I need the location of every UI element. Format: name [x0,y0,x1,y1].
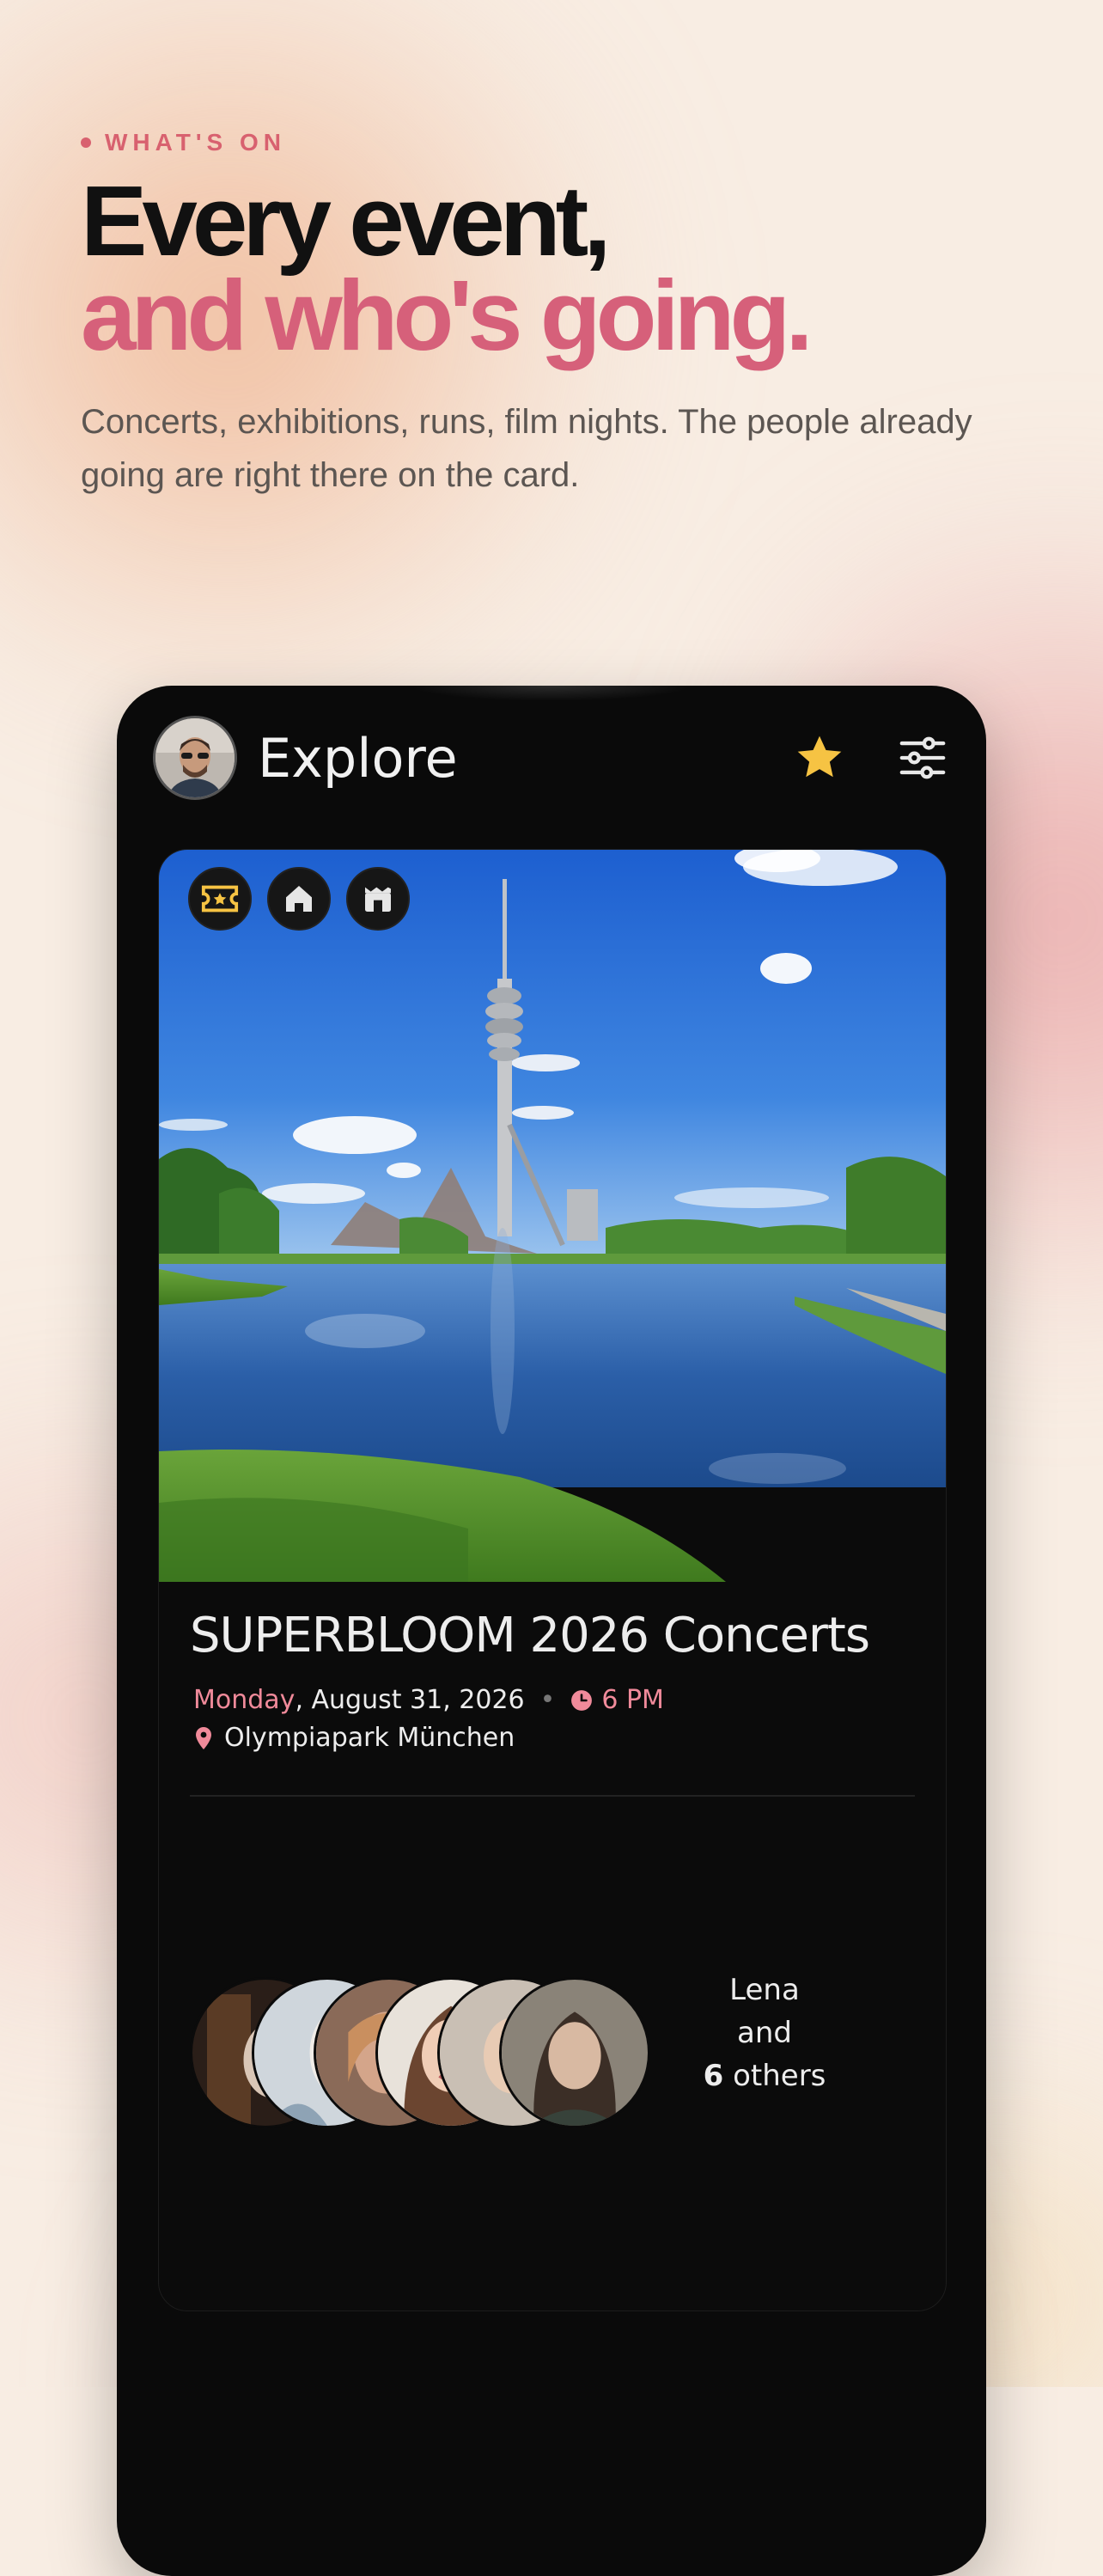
event-time-label: 6 PM [601,1685,664,1715]
meta-separator: • [539,1685,556,1715]
going-count: 6 [703,2059,724,2093]
phone-mockup: Explore SUPERBLOOM 2026 Concerts Monday,… [117,686,986,2576]
star-icon[interactable] [792,730,847,785]
eyebrow-label: WHAT'S ON [105,129,287,156]
headline: Every event, and who's going. [81,165,1043,371]
category-badges [188,867,410,931]
headline-line-1: Every event, [81,165,612,277]
header-title: Explore [258,726,458,790]
header-actions [792,730,950,785]
app-header: Explore [153,716,950,800]
event-title: SUPERBLOOM 2026 Concerts [190,1608,870,1663]
filter-sliders-icon[interactable] [895,730,950,785]
headline-line-2: and who's going. [81,259,814,371]
clock-icon [571,1689,593,1711]
eyebrow: WHAT'S ON [81,129,1043,156]
cinema-icon[interactable] [346,867,410,931]
going-others: others [723,2059,826,2093]
eyebrow-dot-icon [81,137,91,148]
event-day: Monday [193,1685,296,1715]
event-photo [159,850,946,1582]
going-and: and [737,2016,792,2050]
divider [190,1795,915,1797]
event-card[interactable]: SUPERBLOOM 2026 Concerts Monday, August … [158,849,947,2311]
event-time: 6 PM [570,1685,664,1715]
hero-subtitle: Concerts, exhibitions, runs, film nights… [81,403,972,494]
attendee-avatar[interactable] [499,1977,650,2128]
going-name: Lena [729,1973,800,2007]
attendee-avatars[interactable] [190,1977,654,2128]
hero-section: WHAT'S ON Every event, and who's going. … [81,129,1043,502]
location-pin-icon [196,1726,211,1749]
phone-notch [409,686,692,701]
going-summary[interactable]: Lena and 6 others [674,1969,855,2097]
event-location[interactable]: Olympiapark München [193,1723,515,1753]
event-date: , August 31, 2026 [295,1685,525,1715]
event-location-label: Olympiapark München [224,1723,515,1753]
ticket-icon[interactable] [188,867,252,931]
avatar[interactable] [153,716,237,800]
venue-icon[interactable] [267,867,331,931]
event-datetime: Monday, August 31, 2026 • 6 PM [193,1685,664,1715]
